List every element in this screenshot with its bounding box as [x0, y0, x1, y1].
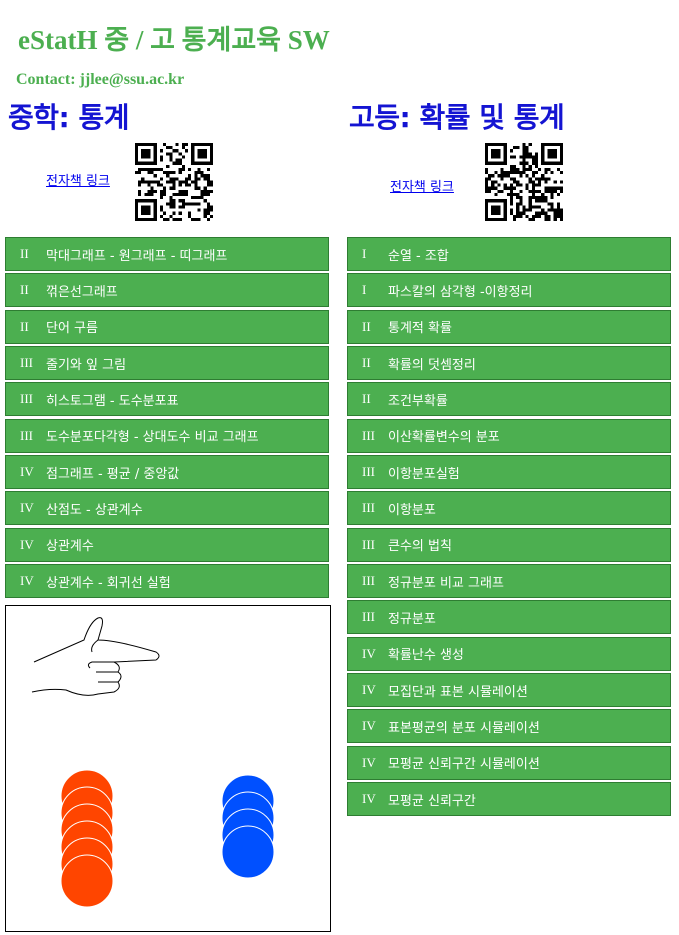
menu-item-unit: IV [20, 536, 34, 552]
menu-item-label: 모평균 신뢰구간 시뮬레이션 [388, 757, 540, 773]
menu-item-label: 산점도 - 상관계수 [46, 502, 143, 518]
high-menu-item[interactable]: III 이항분포실험 [347, 455, 671, 490]
high-menu-item[interactable]: I 파스칼의 삼각형 -이항정리 [347, 273, 671, 308]
contact-email: Contact: jjlee@ssu.ac.kr [16, 71, 185, 88]
high-menu: I 순열 - 조합 I 파스칼의 삼각형 -이항정리 II 통계적 확률 II 확률의 덧셈정… [347, 237, 671, 819]
high-school-title: 고등: 확률 및 통계 [349, 101, 565, 134]
menu-item-label: 단어 구름 [46, 321, 98, 337]
middle-menu-item[interactable]: II 막대그래프 - 원그래프 - 띠그래프 [5, 237, 329, 271]
high-menu-item[interactable]: IV 표본평균의 분포 시뮬레이션 [347, 709, 671, 744]
high-menu-item[interactable]: III 이항분포 [347, 491, 671, 526]
middle-menu-item[interactable]: III 줄기와 잎 그림 [5, 346, 329, 381]
menu-item-label: 순열 - 조합 [388, 248, 449, 264]
menu-item-unit: III [362, 609, 375, 625]
high-menu-item[interactable]: II 확률의 덧셈정리 [347, 346, 671, 381]
pointing-hand-icon[interactable] [31, 617, 160, 696]
menu-item-unit: III [362, 536, 375, 552]
high-menu-item[interactable]: III 정규분포 [347, 600, 671, 635]
menu-item-unit: I [362, 282, 367, 298]
menu-item-label: 모집단과 표본 시뮬레이션 [388, 684, 528, 700]
menu-item-label: 도수분포다각형 - 상대도수 비교 그래프 [46, 430, 259, 446]
menu-item-unit: II [362, 355, 371, 371]
menu-item-unit: I [362, 246, 367, 261]
middle-menu: II 막대그래프 - 원그래프 - 띠그래프 II 꺾은선그래프 II 단어 구름 III 줄… [5, 237, 329, 600]
menu-item-unit: IV [362, 645, 376, 661]
menu-item-unit: III [362, 500, 375, 516]
high-menu-item[interactable]: IV 모평균 신뢰구간 [347, 782, 671, 817]
blue-coin-stack [221, 774, 275, 879]
menu-item-label: 확률의 덧셈정리 [388, 357, 476, 373]
menu-item-unit: III [20, 391, 33, 407]
middle-menu-item[interactable]: IV 상관계수 - 회귀선 실험 [5, 564, 329, 599]
menu-item-label: 막대그래프 - 원그래프 - 띠그래프 [46, 248, 228, 264]
menu-item-label: 파스칼의 삼각형 -이항정리 [388, 284, 533, 300]
menu-item-unit: II [20, 246, 29, 261]
menu-item-label: 통계적 확률 [388, 321, 452, 337]
red-coin-stack [60, 769, 114, 908]
high-menu-item[interactable]: III 큰수의 법칙 [347, 527, 671, 562]
high-menu-item[interactable]: IV 확률난수 생성 [347, 636, 671, 671]
menu-item-unit: IV [362, 718, 376, 734]
menu-item-label: 모평균 신뢰구간 [388, 793, 476, 809]
menu-item-unit: IV [362, 754, 376, 770]
menu-item-label: 이산확률변수의 분포 [388, 430, 500, 446]
menu-item-unit: II [20, 282, 29, 298]
menu-item-label: 상관계수 [46, 539, 94, 555]
menu-item-unit: II [362, 318, 371, 334]
menu-item-unit: III [362, 464, 375, 480]
simulation-canvas [31, 617, 275, 908]
high-menu-item[interactable]: III 정규분포 비교 그래프 [347, 564, 671, 599]
menu-item-label: 큰수의 법칙 [388, 539, 452, 555]
site-title: eStatH 중 / 고 통계교육 SW [18, 25, 330, 55]
menu-item-label: 줄기와 잎 그림 [46, 357, 127, 373]
menu-item-label: 표본평균의 분포 시뮬레이션 [388, 720, 540, 736]
middle-menu-item[interactable]: III 히스토그램 - 도수분포표 [5, 382, 329, 417]
middle-menu-item[interactable]: III 도수분포다각형 - 상대도수 비교 그래프 [5, 418, 329, 453]
menu-item-unit: IV [20, 573, 34, 589]
middle-menu-item[interactable]: IV 상관계수 [5, 527, 329, 562]
menu-item-label: 확률난수 생성 [388, 648, 464, 664]
high-ebook-link[interactable]: 전자책 링크 [390, 176, 454, 195]
high-menu-item[interactable]: II 통계적 확률 [347, 309, 671, 344]
high-menu-item[interactable]: IV 모평균 신뢰구간 시뮬레이션 [347, 745, 671, 780]
middle-menu-item[interactable]: II 꺾은선그래프 [5, 273, 329, 308]
menu-item-label: 정규분포 [388, 611, 436, 627]
high-menu-item[interactable]: III 이산확률변수의 분포 [347, 418, 671, 453]
middle-menu-item[interactable]: II 단어 구름 [5, 309, 329, 344]
menu-item-label: 정규분포 비교 그래프 [388, 575, 504, 591]
coin-simulation-panel [5, 605, 331, 932]
middle-ebook-link[interactable]: 전자책 링크 [46, 170, 110, 189]
menu-item-label: 상관계수 - 회귀선 실험 [46, 575, 171, 591]
menu-item-unit: II [362, 391, 371, 407]
middle-menu-item[interactable]: IV 점그래프 - 평균 / 중앙값 [5, 455, 329, 490]
menu-item-label: 점그래프 - 평균 / 중앙값 [46, 466, 180, 482]
high-qr-code-icon [485, 143, 563, 221]
middle-school-title: 중학: 통계 [8, 101, 130, 134]
menu-item-unit: III [362, 427, 375, 443]
menu-item-unit: III [20, 427, 33, 443]
high-menu-item[interactable]: IV 모집단과 표본 시뮬레이션 [347, 673, 671, 708]
menu-item-label: 히스토그램 - 도수분포표 [46, 393, 179, 409]
middle-menu-item[interactable]: IV 산점도 - 상관계수 [5, 491, 329, 526]
menu-item-label: 이항분포실험 [388, 466, 460, 482]
menu-item-unit: IV [362, 682, 376, 698]
menu-item-unit: II [20, 318, 29, 334]
high-menu-item[interactable]: I 순열 - 조합 [347, 237, 671, 271]
menu-item-label: 이항분포 [388, 502, 436, 518]
menu-item-unit: III [20, 355, 33, 371]
middle-qr-code-icon [135, 143, 213, 221]
menu-item-unit: IV [20, 464, 34, 480]
menu-item-unit: III [362, 573, 375, 589]
coin [221, 825, 275, 879]
menu-item-label: 꺾은선그래프 [46, 284, 118, 300]
coin [60, 854, 114, 908]
menu-item-unit: IV [20, 500, 34, 516]
menu-item-unit: IV [362, 791, 376, 807]
high-menu-item[interactable]: II 조건부확률 [347, 382, 671, 417]
menu-item-label: 조건부확률 [388, 393, 448, 409]
